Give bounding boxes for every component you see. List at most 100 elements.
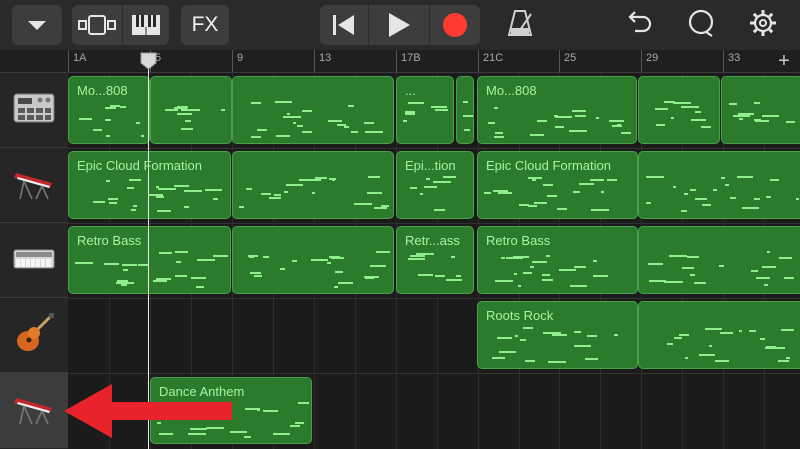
track-header-synth[interactable] <box>0 148 68 223</box>
tracks-view-button[interactable] <box>72 5 122 45</box>
region-drums[interactable]: Mo...808 <box>68 76 150 144</box>
track-header-synth-selected[interactable] <box>0 373 68 448</box>
loop-browser-button[interactable] <box>684 8 718 42</box>
midi-note <box>685 357 688 359</box>
midi-note <box>138 264 148 266</box>
midi-note <box>572 110 586 112</box>
fx-button[interactable]: FX <box>181 5 229 45</box>
region-retro-bass[interactable]: Retro Bass <box>68 226 231 294</box>
midi-note <box>542 274 550 276</box>
midi-note <box>376 251 390 253</box>
midi-note <box>263 410 278 412</box>
midi-note <box>607 179 617 181</box>
region-drums[interactable]: ... <box>396 76 454 144</box>
midi-note <box>796 198 799 200</box>
midi-note <box>106 180 110 182</box>
midi-note <box>669 255 687 257</box>
add-track-button[interactable]: + <box>768 50 800 72</box>
midi-note <box>75 262 93 264</box>
midi-note <box>760 338 765 340</box>
midi-note <box>532 179 536 181</box>
midi-note <box>191 277 206 279</box>
region-epic-cloud[interactable] <box>232 151 394 219</box>
browser-button[interactable] <box>12 5 62 45</box>
midi-note <box>221 109 225 111</box>
instrument-view-button[interactable] <box>123 5 169 45</box>
timeline-ruler[interactable]: 1A 5 9 13 17B 21C 25 29 33 <box>68 50 800 73</box>
midi-note <box>523 327 533 329</box>
midi-note <box>691 119 706 121</box>
region-epic-cloud[interactable]: Epic Cloud Formation <box>477 151 638 219</box>
midi-note <box>494 136 504 138</box>
midi-note <box>156 196 164 198</box>
midi-note <box>463 101 468 103</box>
midi-note <box>682 267 694 269</box>
midi-note <box>674 337 682 339</box>
midi-note <box>649 280 666 282</box>
track-headers <box>0 73 68 449</box>
midi-note <box>737 176 753 178</box>
midi-note <box>292 260 297 262</box>
midi-note <box>786 357 790 359</box>
region-drums[interactable] <box>150 76 232 144</box>
midi-note <box>786 121 795 123</box>
midi-note <box>93 129 102 131</box>
track-header-drums[interactable] <box>0 73 68 148</box>
midi-note <box>515 335 518 337</box>
midi-note <box>559 334 567 336</box>
midi-note <box>701 126 711 128</box>
region-drums[interactable] <box>232 76 394 144</box>
region-retro-bass[interactable]: Retr...ass <box>396 226 474 294</box>
midi-note <box>547 195 557 197</box>
midi-note <box>667 343 673 345</box>
midi-note <box>121 284 127 286</box>
midi-note <box>269 197 281 199</box>
region-epic-cloud[interactable]: Epi...tion <box>396 151 474 219</box>
play-icon <box>386 12 412 38</box>
midi-note <box>679 334 689 336</box>
track-header-bass[interactable] <box>0 223 68 298</box>
region-label: Epic Cloud Formation <box>77 158 202 173</box>
midi-note <box>434 209 445 211</box>
undo-button[interactable] <box>622 8 656 42</box>
rewind-button[interactable] <box>320 5 368 45</box>
record-button[interactable] <box>430 5 480 45</box>
midi-note <box>770 179 779 181</box>
play-button[interactable] <box>369 5 429 45</box>
midi-note <box>451 256 455 258</box>
midi-note <box>403 120 407 122</box>
track-header-guitar[interactable] <box>0 298 68 373</box>
midi-note <box>79 118 92 120</box>
region-roots-rock[interactable] <box>638 301 800 369</box>
midi-note <box>721 177 725 179</box>
region-drums[interactable] <box>638 76 720 144</box>
midi-note <box>284 191 288 193</box>
region-label: Mo...808 <box>77 83 128 98</box>
region-drums[interactable]: Mo...808 <box>477 76 637 144</box>
midi-note <box>575 115 586 117</box>
midi-note <box>435 109 448 111</box>
midi-note <box>705 328 722 330</box>
region-epic-cloud[interactable]: Epic Cloud Formation <box>68 151 231 219</box>
midi-note <box>719 265 724 267</box>
midi-note <box>518 285 521 287</box>
midi-note <box>133 205 137 207</box>
region-retro-bass[interactable] <box>232 226 394 294</box>
midi-note <box>109 202 117 204</box>
region-label: Epic Cloud Formation <box>486 158 611 173</box>
region-drums[interactable] <box>456 76 474 144</box>
region-epic-cloud[interactable] <box>638 151 800 219</box>
midi-note <box>308 179 321 181</box>
midi-note <box>331 257 344 259</box>
midi-note <box>257 129 267 131</box>
playhead-handle[interactable] <box>140 52 157 70</box>
region-roots-rock[interactable]: Roots Rock <box>477 301 638 369</box>
region-retro-bass[interactable]: Retro Bass <box>477 226 638 294</box>
midi-note <box>656 124 665 126</box>
midi-note <box>93 201 105 203</box>
metronome-button[interactable] <box>503 8 537 42</box>
midi-note <box>591 209 609 211</box>
settings-button[interactable] <box>746 8 780 42</box>
region-drums[interactable] <box>721 76 800 144</box>
region-retro-bass[interactable] <box>638 226 800 294</box>
